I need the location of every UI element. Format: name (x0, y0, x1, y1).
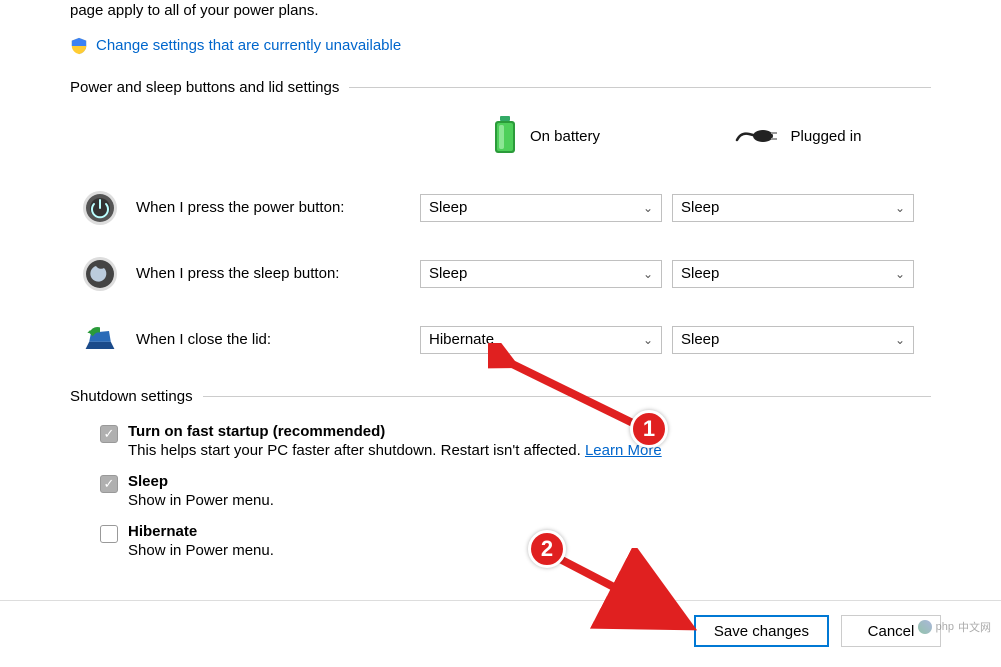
hibernate-desc: Show in Power menu. (128, 542, 274, 559)
power-button-icon (82, 190, 118, 226)
chevron-down-icon: ⌄ (895, 201, 905, 215)
learn-more-link[interactable]: Learn More (585, 442, 662, 459)
chevron-down-icon: ⌄ (643, 201, 653, 215)
fast-startup-desc: This helps start your PC faster after sh… (128, 442, 662, 459)
lid-label: When I close the lid: (136, 331, 271, 348)
chevron-down-icon: ⌄ (643, 333, 653, 347)
hibernate-checkbox[interactable] (100, 525, 118, 543)
power-button-plugged-dropdown[interactable]: Sleep⌄ (672, 194, 914, 222)
power-section-title: Power and sleep buttons and lid settings (70, 79, 931, 96)
fast-startup-title: Turn on fast startup (recommended) (128, 423, 662, 440)
lid-battery-dropdown[interactable]: Hibernate⌄ (420, 326, 662, 354)
sleep-desc: Show in Power menu. (128, 492, 274, 509)
shield-icon (70, 37, 88, 55)
on-battery-header: On battery (420, 114, 672, 160)
power-button-label: When I press the power button: (136, 199, 344, 216)
chevron-down-icon: ⌄ (895, 333, 905, 347)
watermark-logo-icon (918, 620, 932, 634)
chevron-down-icon: ⌄ (895, 267, 905, 281)
hibernate-title: Hibernate (128, 523, 274, 540)
battery-icon (492, 116, 518, 158)
watermark: php中文网 (918, 619, 991, 635)
fast-startup-checkbox[interactable] (100, 425, 118, 443)
plugged-in-header: Plugged in (672, 114, 924, 160)
intro-fragment: page apply to all of your power plans. (70, 0, 931, 29)
sleep-button-battery-dropdown[interactable]: Sleep⌄ (420, 260, 662, 288)
chevron-down-icon: ⌄ (643, 267, 653, 281)
sleep-title: Sleep (128, 473, 274, 490)
lid-plugged-dropdown[interactable]: Sleep⌄ (672, 326, 914, 354)
change-settings-link[interactable]: Change settings that are currently unava… (96, 37, 401, 54)
lid-icon (82, 322, 118, 358)
sleep-checkbox[interactable] (100, 475, 118, 493)
shutdown-section-title: Shutdown settings (70, 388, 931, 405)
plug-icon (735, 122, 779, 152)
power-button-battery-dropdown[interactable]: Sleep⌄ (420, 194, 662, 222)
sleep-button-icon (82, 256, 118, 292)
sleep-button-label: When I press the sleep button: (136, 265, 339, 282)
save-changes-button[interactable]: Save changes (694, 615, 829, 647)
sleep-button-plugged-dropdown[interactable]: Sleep⌄ (672, 260, 914, 288)
